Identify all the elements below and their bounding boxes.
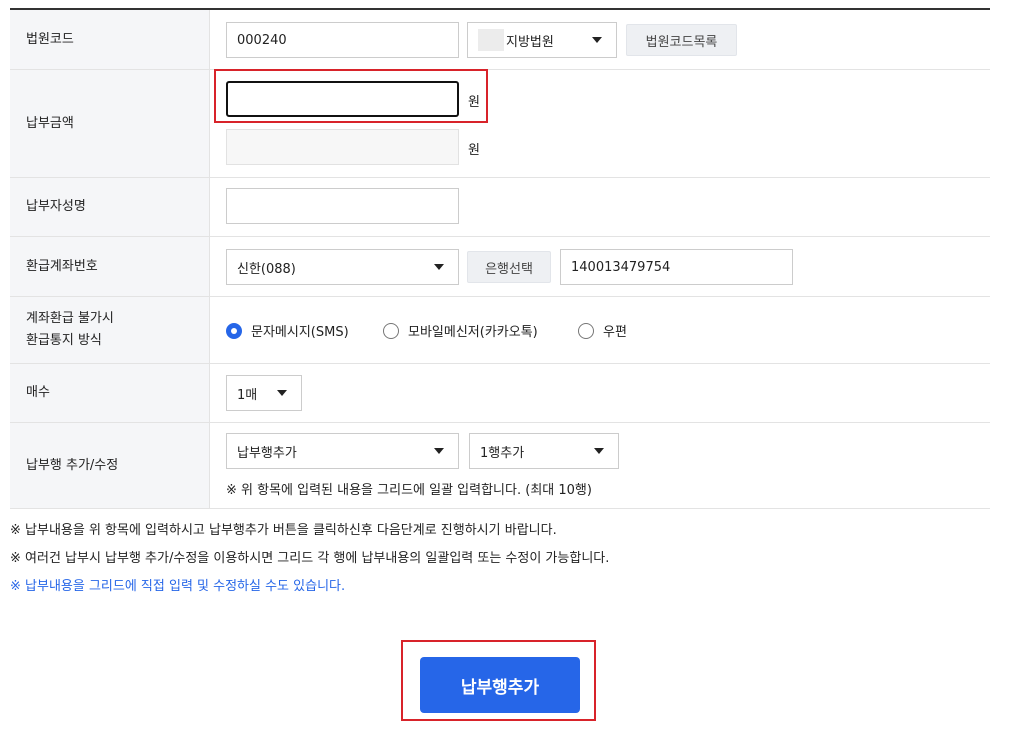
court-name-select[interactable]: 지방법원 bbox=[467, 22, 617, 58]
radio-checked-icon bbox=[226, 322, 242, 339]
bank-select-button[interactable]: 은행선택 bbox=[467, 251, 551, 283]
row-count-select[interactable]: 1행추가 bbox=[469, 433, 619, 469]
court-code-input[interactable]: 000240 bbox=[226, 22, 459, 58]
refund-notice-label: 계좌환급 불가시 환급통지 방식 bbox=[10, 297, 210, 363]
row-edit-hint: ※ 위 항목에 입력된 내용을 그리드에 일괄 입력합니다. (최대 10행) bbox=[226, 483, 592, 498]
radio-kakaotalk[interactable]: 모바일메신저(카카오톡) bbox=[383, 321, 538, 340]
court-code-list-button[interactable]: 법원코드목록 bbox=[626, 24, 737, 56]
radio-sms[interactable]: 문자메시지(SMS) bbox=[226, 321, 349, 340]
row-payer-name: 납부자성명 bbox=[10, 178, 990, 237]
row-edit-lines: 납부행 추가/수정 납부행추가 1행추가 ※ 위 항목에 입력된 내용을 그리드… bbox=[10, 423, 990, 509]
payment-form: 법원코드 000240 지방법원 법원코드목록 납부금액 원 원 납부자성명 환… bbox=[10, 8, 990, 509]
payer-name-input[interactable] bbox=[226, 188, 459, 224]
amount-unit-label: 원 bbox=[468, 95, 480, 110]
chevron-down-icon bbox=[592, 37, 602, 43]
court-name-value: 지방법원 bbox=[506, 34, 554, 50]
guide-note-2: ※ 여러건 납부시 납부행 추가/수정을 이용하시면 그리드 각 행에 납부내용… bbox=[10, 551, 610, 566]
radio-mail[interactable]: 우편 bbox=[578, 321, 627, 340]
payment-amount-label: 납부금액 bbox=[10, 70, 210, 177]
court-code-label: 법원코드 bbox=[10, 10, 210, 69]
account-number-input[interactable]: 140013479754 bbox=[560, 249, 793, 285]
radio-sms-label: 문자메시지(SMS) bbox=[251, 325, 349, 340]
bank-select-value: 신한(088) bbox=[237, 261, 296, 277]
payment-amount-input[interactable] bbox=[226, 81, 459, 117]
row-payment-amount: 납부금액 원 원 bbox=[10, 70, 990, 178]
row-copies: 매수 1매 bbox=[10, 364, 990, 423]
guide-note-3: ※ 납부내용을 그리드에 직접 입력 및 수정하실 수도 있습니다. bbox=[10, 579, 346, 594]
radio-mail-label: 우편 bbox=[603, 325, 627, 340]
copies-select[interactable]: 1매 bbox=[226, 375, 302, 411]
row-action-select[interactable]: 납부행추가 bbox=[226, 433, 459, 469]
row-edit-label: 납부행 추가/수정 bbox=[10, 423, 210, 508]
refund-notice-label-line1: 계좌환급 불가시 bbox=[26, 311, 114, 326]
row-refund-account: 환급계좌번호 신한(088) 은행선택 140013479754 bbox=[10, 237, 990, 297]
payer-name-label: 납부자성명 bbox=[10, 178, 210, 236]
copies-select-value: 1매 bbox=[237, 387, 258, 403]
radio-unchecked-icon bbox=[578, 322, 594, 339]
payment-amount-korean-field bbox=[226, 129, 459, 165]
copies-label: 매수 bbox=[10, 364, 210, 422]
chevron-down-icon bbox=[434, 448, 444, 454]
guide-note-1: ※ 납부내용을 위 항목에 입력하시고 납부행추가 버튼을 클릭하신후 다음단계… bbox=[10, 523, 557, 538]
chevron-down-icon bbox=[594, 448, 604, 454]
chevron-down-icon bbox=[434, 264, 444, 270]
refund-notice-label-line2: 환급통지 방식 bbox=[26, 333, 102, 348]
row-refund-notice: 계좌환급 불가시 환급통지 방식 문자메시지(SMS) 모바일메신저(카카오톡)… bbox=[10, 297, 990, 364]
radio-unchecked-icon bbox=[383, 322, 399, 339]
row-action-value: 납부행추가 bbox=[237, 445, 297, 461]
redacted-region bbox=[478, 29, 504, 51]
bank-select[interactable]: 신한(088) bbox=[226, 249, 459, 285]
row-count-value: 1행추가 bbox=[480, 445, 525, 461]
chevron-down-icon bbox=[277, 390, 287, 396]
radio-kakaotalk-label: 모바일메신저(카카오톡) bbox=[408, 325, 538, 340]
row-court-code: 법원코드 000240 지방법원 법원코드목록 bbox=[10, 10, 990, 70]
add-payment-row-button[interactable]: 납부행추가 bbox=[420, 657, 580, 713]
amount-korean-unit-label: 원 bbox=[468, 143, 480, 158]
refund-account-label: 환급계좌번호 bbox=[10, 237, 210, 296]
